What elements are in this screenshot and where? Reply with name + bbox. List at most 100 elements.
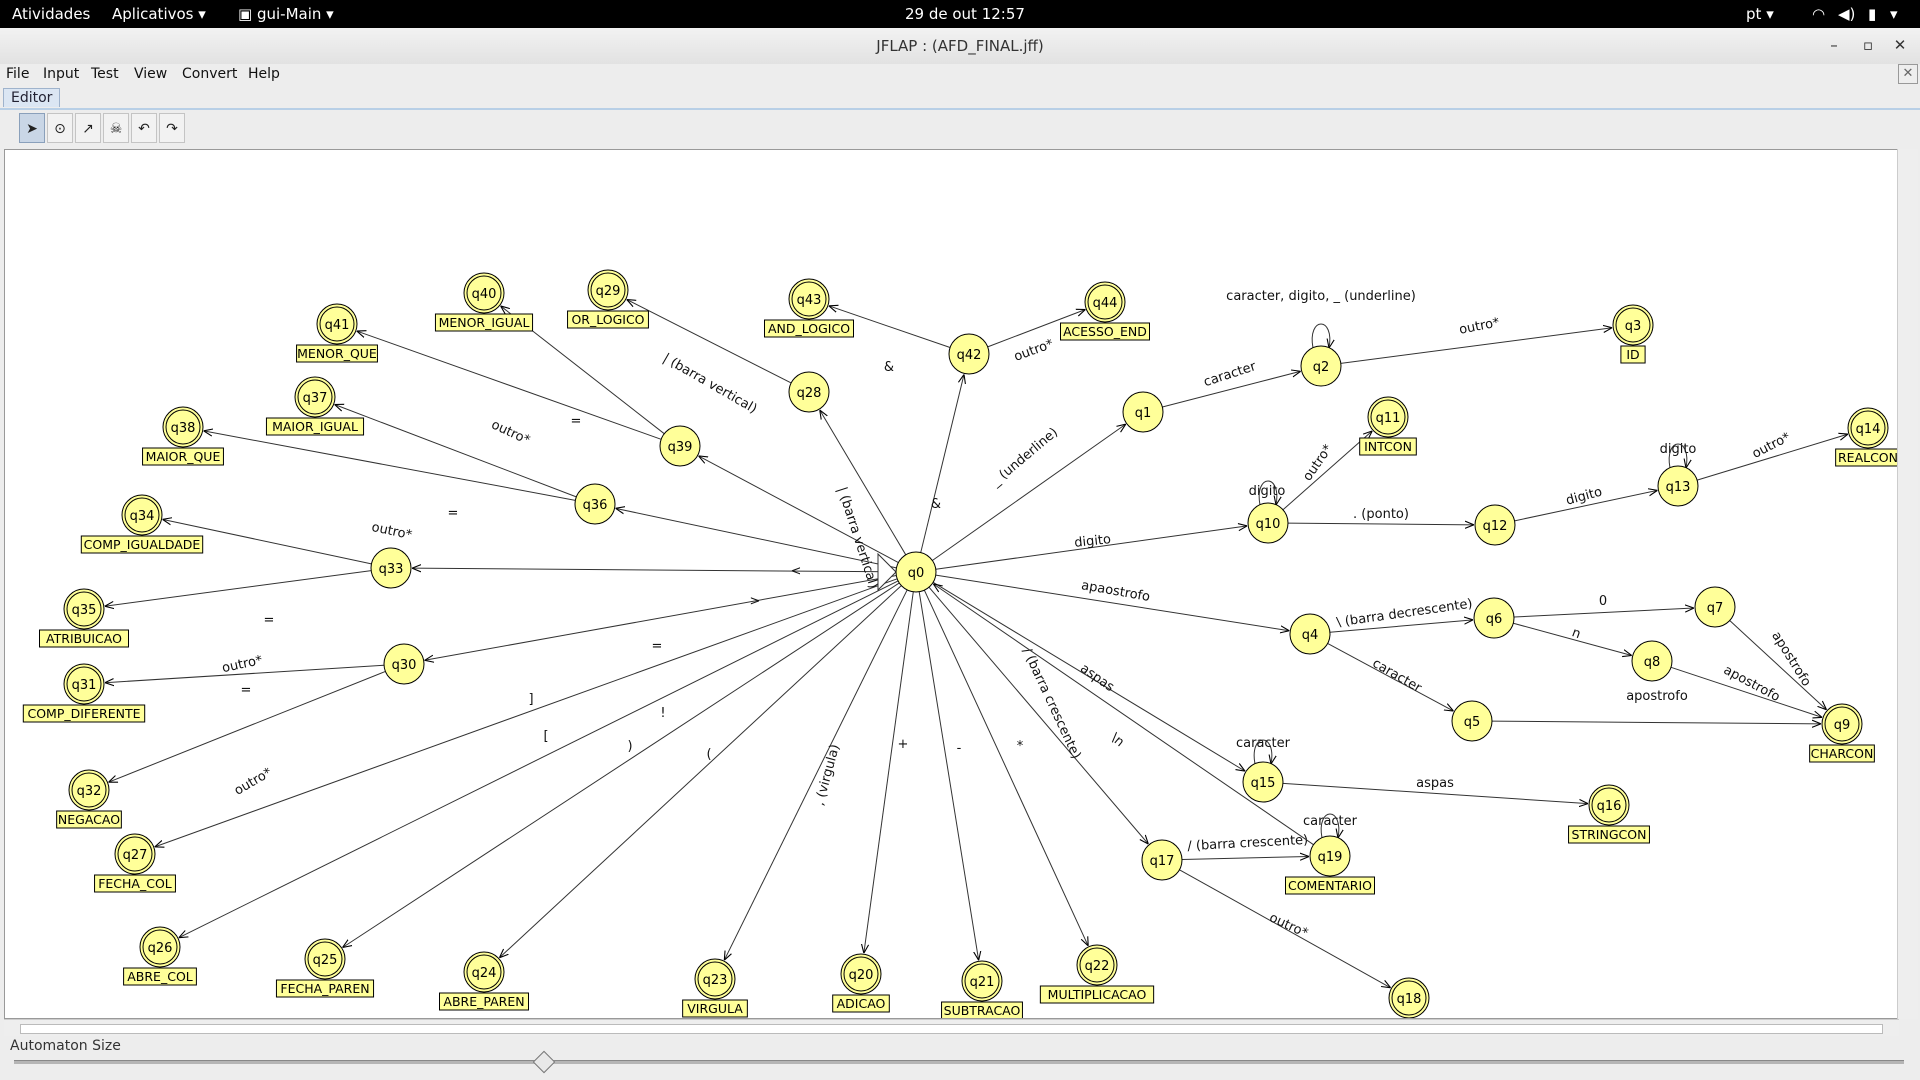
automaton-size-slider[interactable]: [14, 1060, 1904, 1064]
menu-help[interactable]: Help: [248, 66, 280, 82]
state-q27[interactable]: q27 FECHA_COL: [94, 833, 176, 893]
menu-test[interactable]: Test: [91, 66, 119, 82]
menu-input[interactable]: Input: [43, 66, 79, 82]
state-q0[interactable]: q0: [895, 551, 937, 593]
chevron-down-icon[interactable]: ▾: [1890, 5, 1898, 23]
transition-label: +: [898, 737, 909, 752]
transition-label: (: [706, 747, 711, 762]
state-id: q33: [379, 562, 404, 577]
close-icon[interactable]: ✕: [1890, 36, 1910, 54]
state-q14[interactable]: q14 REALCON: [1835, 407, 1901, 467]
transition-arrow: [933, 584, 1314, 846]
clock[interactable]: 29 de out 12:57: [905, 5, 1025, 23]
state-label: SUBTRACAO: [944, 1003, 1021, 1018]
state-q36[interactable]: q36: [574, 483, 616, 525]
state-tool-icon[interactable]: ⊙: [47, 113, 73, 143]
state-q35[interactable]: q35 ATRIBUICAO: [39, 588, 129, 648]
wifi-icon[interactable]: ◠: [1812, 5, 1825, 23]
state-q44[interactable]: q44 ACESSO_END: [1060, 281, 1150, 341]
transition-label: outro*: [232, 765, 275, 799]
state-label: MENOR_IGUAL: [439, 315, 530, 330]
state-q23[interactable]: q23 VIRGULA: [682, 958, 748, 1018]
state-q41[interactable]: q41 MENOR_QUE: [296, 303, 378, 363]
maximize-icon[interactable]: ▫: [1858, 36, 1878, 54]
transition-arrow: [343, 582, 900, 948]
transition-label: <: [791, 564, 802, 579]
automaton-canvas[interactable]: _ (underline) caracter caracter, digito, _…: [4, 149, 1901, 1037]
state-q9[interactable]: q9 CHARCON: [1809, 703, 1875, 763]
select-tool-icon[interactable]: ➤: [19, 113, 45, 143]
state-q3[interactable]: q3 ID: [1612, 304, 1654, 364]
state-id: q13: [1666, 480, 1691, 495]
state-q16[interactable]: q16 STRINGCON: [1568, 784, 1650, 844]
transition-arrow: [920, 374, 964, 553]
activities-button[interactable]: Atividades: [12, 5, 90, 23]
state-q43[interactable]: q43 AND_LOGICO: [764, 278, 854, 338]
close-editor-icon[interactable]: ✕: [1898, 64, 1918, 84]
horizontal-scrollbar[interactable]: [4, 1019, 1899, 1036]
state-id: q14: [1856, 422, 1881, 437]
state-q30[interactable]: q30: [383, 643, 425, 685]
transition-label: caracter: [1236, 736, 1291, 751]
minimize-icon[interactable]: –: [1824, 36, 1844, 54]
state-q6[interactable]: q6: [1473, 597, 1515, 639]
state-q10[interactable]: q10: [1247, 502, 1289, 544]
state-q38[interactable]: q38 MAIOR_QUE: [142, 406, 224, 466]
state-q25[interactable]: q25 FECHA_PAREN: [275, 938, 375, 998]
state-q21[interactable]: q21 SUBTRACAO: [941, 960, 1023, 1020]
undo-icon[interactable]: ↶: [131, 113, 157, 143]
state-q5[interactable]: q5: [1451, 700, 1493, 742]
battery-icon[interactable]: ▮: [1868, 5, 1876, 23]
tab-editor[interactable]: Editor: [3, 88, 61, 107]
state-q13[interactable]: q13: [1657, 465, 1699, 507]
state-label: ABRE_COL: [127, 969, 193, 984]
state-id: q11: [1376, 411, 1401, 426]
transition-label: =: [241, 683, 252, 698]
state-id: q38: [171, 421, 196, 436]
state-q22[interactable]: q22 MULTIPLICACAO: [1039, 944, 1155, 1004]
automaton-size-thumb[interactable]: [532, 1050, 556, 1074]
state-q28[interactable]: q28: [788, 371, 830, 413]
state-id: q16: [1597, 799, 1622, 814]
state-q26[interactable]: q26 ABRE_COL: [123, 926, 197, 986]
state-q24[interactable]: q24 ABRE_PAREN: [439, 951, 529, 1011]
state-q37[interactable]: q37 MAIOR_IGUAL: [265, 376, 365, 436]
state-q31[interactable]: q31 COMP_DIFERENTE: [22, 663, 146, 723]
scrollbar-thumb[interactable]: [20, 1024, 1883, 1034]
state-q4[interactable]: q4: [1289, 613, 1331, 655]
state-q32[interactable]: q32 NEGACAO: [56, 769, 122, 829]
delete-tool-icon[interactable]: ☠: [103, 113, 129, 143]
state-q33[interactable]: q33: [370, 547, 412, 589]
state-q39[interactable]: q39: [659, 425, 701, 467]
state-id: q23: [703, 973, 728, 988]
transition-arrow: [864, 591, 914, 953]
state-label: NEGACAO: [58, 812, 120, 827]
state-q42[interactable]: q42: [948, 333, 990, 375]
transition-label: apostrofo: [1768, 629, 1813, 689]
state-id: q5: [1464, 715, 1481, 730]
volume-icon[interactable]: ◀): [1838, 5, 1855, 23]
state-q8[interactable]: q8: [1631, 640, 1673, 682]
app-menu[interactable]: ▣ gui-Main ▾: [238, 5, 334, 23]
state-q29[interactable]: q29 OR_LOGICO: [567, 269, 649, 329]
menu-view[interactable]: View: [134, 66, 167, 82]
state-q12[interactable]: q12: [1474, 504, 1516, 546]
menu-convert[interactable]: Convert: [182, 66, 237, 82]
state-q15[interactable]: q15: [1242, 761, 1284, 803]
automaton-diagram[interactable]: _ (underline) caracter caracter, digito, _…: [5, 150, 1901, 1037]
state-q18[interactable]: q18DIVISAO: [1376, 977, 1442, 1037]
state-q2[interactable]: q2: [1300, 345, 1342, 387]
state-q11[interactable]: q11 INTCON: [1359, 396, 1417, 456]
state-id: q31: [72, 678, 97, 693]
menu-file[interactable]: File: [6, 66, 29, 82]
state-q40[interactable]: q40 MENOR_IGUAL: [434, 272, 534, 332]
language-indicator[interactable]: pt ▾: [1746, 5, 1774, 23]
transition-tool-icon[interactable]: ↗: [75, 113, 101, 143]
state-q17[interactable]: q17: [1141, 839, 1183, 881]
applications-menu[interactable]: Aplicativos ▾: [112, 5, 206, 23]
vertical-scrollbar[interactable]: [1897, 149, 1918, 1019]
state-q7[interactable]: q7: [1694, 586, 1736, 628]
redo-icon[interactable]: ↷: [159, 113, 185, 143]
state-q1[interactable]: q1: [1122, 391, 1164, 433]
state-q20[interactable]: q20 ADICAO: [832, 953, 890, 1013]
